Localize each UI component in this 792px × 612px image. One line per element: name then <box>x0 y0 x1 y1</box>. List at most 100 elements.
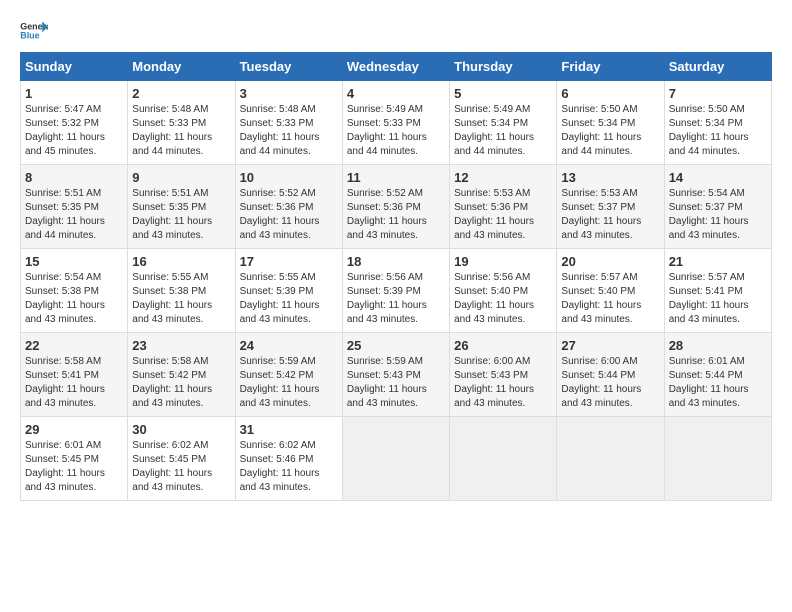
calendar-cell: 18 Sunrise: 5:56 AMSunset: 5:39 PMDayligh… <box>342 249 449 333</box>
cell-info: Sunrise: 6:00 AMSunset: 5:44 PMDaylight:… <box>561 355 659 411</box>
day-number: 3 <box>240 86 338 101</box>
day-number: 20 <box>561 254 659 269</box>
calendar-cell: 31 Sunrise: 6:02 AMSunset: 5:46 PMDayligh… <box>235 417 342 501</box>
calendar-cell: 10 Sunrise: 5:52 AMSunset: 5:36 PMDayligh… <box>235 165 342 249</box>
calendar-cell: 30 Sunrise: 6:02 AMSunset: 5:45 PMDayligh… <box>128 417 235 501</box>
cell-info: Sunrise: 5:48 AMSunset: 5:33 PMDaylight:… <box>132 103 230 159</box>
svg-text:Blue: Blue <box>20 31 39 41</box>
cell-info: Sunrise: 5:50 AMSunset: 5:34 PMDaylight:… <box>669 103 767 159</box>
calendar-cell: 20 Sunrise: 5:57 AMSunset: 5:40 PMDayligh… <box>557 249 664 333</box>
calendar-cell: 16 Sunrise: 5:55 AMSunset: 5:38 PMDayligh… <box>128 249 235 333</box>
calendar-cell: 5 Sunrise: 5:49 AMSunset: 5:34 PMDaylight… <box>450 81 557 165</box>
cell-info: Sunrise: 5:50 AMSunset: 5:34 PMDaylight:… <box>561 103 659 159</box>
cell-info: Sunrise: 5:57 AMSunset: 5:41 PMDaylight:… <box>669 271 767 327</box>
calendar-cell: 4Sunrise: 5:49 AMSunset: 5:33 PMDaylight… <box>342 81 449 165</box>
calendar-cell: 25 Sunrise: 5:59 AMSunset: 5:43 PMDayligh… <box>342 333 449 417</box>
day-number: 28 <box>669 338 767 353</box>
day-number: 2 <box>132 86 230 101</box>
day-header-friday: Friday <box>557 53 664 81</box>
day-number: 9 <box>132 170 230 185</box>
day-number: 16 <box>132 254 230 269</box>
calendar-cell: 1 Sunrise: 5:47 AMSunset: 5:32 PMDaylight… <box>21 81 128 165</box>
cell-info: Sunrise: 5:55 AMSunset: 5:38 PMDaylight:… <box>132 271 230 327</box>
day-number: 26 <box>454 338 552 353</box>
day-number: 27 <box>561 338 659 353</box>
cell-info: Sunrise: 5:57 AMSunset: 5:40 PMDaylight:… <box>561 271 659 327</box>
cell-info: Sunrise: 5:58 AMSunset: 5:42 PMDaylight:… <box>132 355 230 411</box>
logo: General Blue <box>20 20 48 42</box>
cell-info: Sunrise: 6:01 AMSunset: 5:44 PMDaylight:… <box>669 355 767 411</box>
calendar-week-3: 15Sunrise: 5:54 AMSunset: 5:38 PMDayligh… <box>21 249 772 333</box>
day-number: 21 <box>669 254 767 269</box>
cell-info: Sunrise: 5:58 AMSunset: 5:41 PMDaylight:… <box>25 355 123 411</box>
calendar-cell: 19Sunrise: 5:56 AMSunset: 5:40 PMDayligh… <box>450 249 557 333</box>
header-row: SundayMondayTuesdayWednesdayThursdayFrid… <box>21 53 772 81</box>
cell-info: Sunrise: 5:51 AMSunset: 5:35 PMDaylight:… <box>25 187 123 243</box>
day-number: 6 <box>561 86 659 101</box>
day-number: 13 <box>561 170 659 185</box>
calendar-cell: 13 Sunrise: 5:53 AMSunset: 5:37 PMDayligh… <box>557 165 664 249</box>
calendar-cell: 9 Sunrise: 5:51 AMSunset: 5:35 PMDaylight… <box>128 165 235 249</box>
calendar-cell: 24Sunrise: 5:59 AMSunset: 5:42 PMDayligh… <box>235 333 342 417</box>
day-number: 31 <box>240 422 338 437</box>
day-header-sunday: Sunday <box>21 53 128 81</box>
day-number: 30 <box>132 422 230 437</box>
cell-info: Sunrise: 6:00 AMSunset: 5:43 PMDaylight:… <box>454 355 552 411</box>
day-number: 1 <box>25 86 123 101</box>
calendar-cell: 6 Sunrise: 5:50 AMSunset: 5:34 PMDaylight… <box>557 81 664 165</box>
day-number: 8 <box>25 170 123 185</box>
day-number: 11 <box>347 170 445 185</box>
cell-info: Sunrise: 5:59 AMSunset: 5:43 PMDaylight:… <box>347 355 445 411</box>
day-number: 17 <box>240 254 338 269</box>
day-number: 23 <box>132 338 230 353</box>
calendar-cell: 2 Sunrise: 5:48 AMSunset: 5:33 PMDaylight… <box>128 81 235 165</box>
day-header-saturday: Saturday <box>664 53 771 81</box>
day-number: 10 <box>240 170 338 185</box>
calendar-cell: 12 Sunrise: 5:53 AMSunset: 5:36 PMDayligh… <box>450 165 557 249</box>
day-header-thursday: Thursday <box>450 53 557 81</box>
day-number: 25 <box>347 338 445 353</box>
cell-info: Sunrise: 5:51 AMSunset: 5:35 PMDaylight:… <box>132 187 230 243</box>
calendar-cell: 3Sunrise: 5:48 AMSunset: 5:33 PMDaylight… <box>235 81 342 165</box>
day-number: 5 <box>454 86 552 101</box>
calendar-cell: 28 Sunrise: 6:01 AMSunset: 5:44 PMDayligh… <box>664 333 771 417</box>
calendar-week-5: 29 Sunrise: 6:01 AMSunset: 5:45 PMDayligh… <box>21 417 772 501</box>
day-number: 29 <box>25 422 123 437</box>
day-number: 22 <box>25 338 123 353</box>
cell-info: Sunrise: 5:47 AMSunset: 5:32 PMDaylight:… <box>25 103 123 159</box>
calendar-cell <box>342 417 449 501</box>
day-number: 7 <box>669 86 767 101</box>
calendar-week-1: 1 Sunrise: 5:47 AMSunset: 5:32 PMDaylight… <box>21 81 772 165</box>
cell-info: Sunrise: 5:49 AMSunset: 5:34 PMDaylight:… <box>454 103 552 159</box>
calendar-cell: 26 Sunrise: 6:00 AMSunset: 5:43 PMDayligh… <box>450 333 557 417</box>
calendar-cell: 11Sunrise: 5:52 AMSunset: 5:36 PMDayligh… <box>342 165 449 249</box>
cell-info: Sunrise: 5:53 AMSunset: 5:36 PMDaylight:… <box>454 187 552 243</box>
calendar-cell: 8 Sunrise: 5:51 AMSunset: 5:35 PMDaylight… <box>21 165 128 249</box>
day-number: 24 <box>240 338 338 353</box>
logo-icon: General Blue <box>20 20 48 42</box>
calendar-cell: 14Sunrise: 5:54 AMSunset: 5:37 PMDayligh… <box>664 165 771 249</box>
calendar-cell: 29 Sunrise: 6:01 AMSunset: 5:45 PMDayligh… <box>21 417 128 501</box>
day-number: 18 <box>347 254 445 269</box>
calendar-cell: 15Sunrise: 5:54 AMSunset: 5:38 PMDayligh… <box>21 249 128 333</box>
cell-info: Sunrise: 6:01 AMSunset: 5:45 PMDaylight:… <box>25 439 123 495</box>
calendar-table: SundayMondayTuesdayWednesdayThursdayFrid… <box>20 52 772 501</box>
calendar-cell <box>557 417 664 501</box>
cell-info: Sunrise: 5:56 AMSunset: 5:40 PMDaylight:… <box>454 271 552 327</box>
cell-info: Sunrise: 5:49 AMSunset: 5:33 PMDaylight:… <box>347 103 445 159</box>
cell-info: Sunrise: 6:02 AMSunset: 5:45 PMDaylight:… <box>132 439 230 495</box>
calendar-cell: 27 Sunrise: 6:00 AMSunset: 5:44 PMDayligh… <box>557 333 664 417</box>
calendar-cell: 17 Sunrise: 5:55 AMSunset: 5:39 PMDayligh… <box>235 249 342 333</box>
calendar-cell: 22 Sunrise: 5:58 AMSunset: 5:41 PMDayligh… <box>21 333 128 417</box>
calendar-cell: 21 Sunrise: 5:57 AMSunset: 5:41 PMDayligh… <box>664 249 771 333</box>
day-header-wednesday: Wednesday <box>342 53 449 81</box>
calendar-cell: 7 Sunrise: 5:50 AMSunset: 5:34 PMDaylight… <box>664 81 771 165</box>
day-number: 12 <box>454 170 552 185</box>
cell-info: Sunrise: 5:53 AMSunset: 5:37 PMDaylight:… <box>561 187 659 243</box>
cell-info: Sunrise: 5:56 AMSunset: 5:39 PMDaylight:… <box>347 271 445 327</box>
calendar-cell: 23 Sunrise: 5:58 AMSunset: 5:42 PMDayligh… <box>128 333 235 417</box>
cell-info: Sunrise: 5:54 AMSunset: 5:37 PMDaylight:… <box>669 187 767 243</box>
cell-info: Sunrise: 5:52 AMSunset: 5:36 PMDaylight:… <box>240 187 338 243</box>
cell-info: Sunrise: 6:02 AMSunset: 5:46 PMDaylight:… <box>240 439 338 495</box>
cell-info: Sunrise: 5:55 AMSunset: 5:39 PMDaylight:… <box>240 271 338 327</box>
